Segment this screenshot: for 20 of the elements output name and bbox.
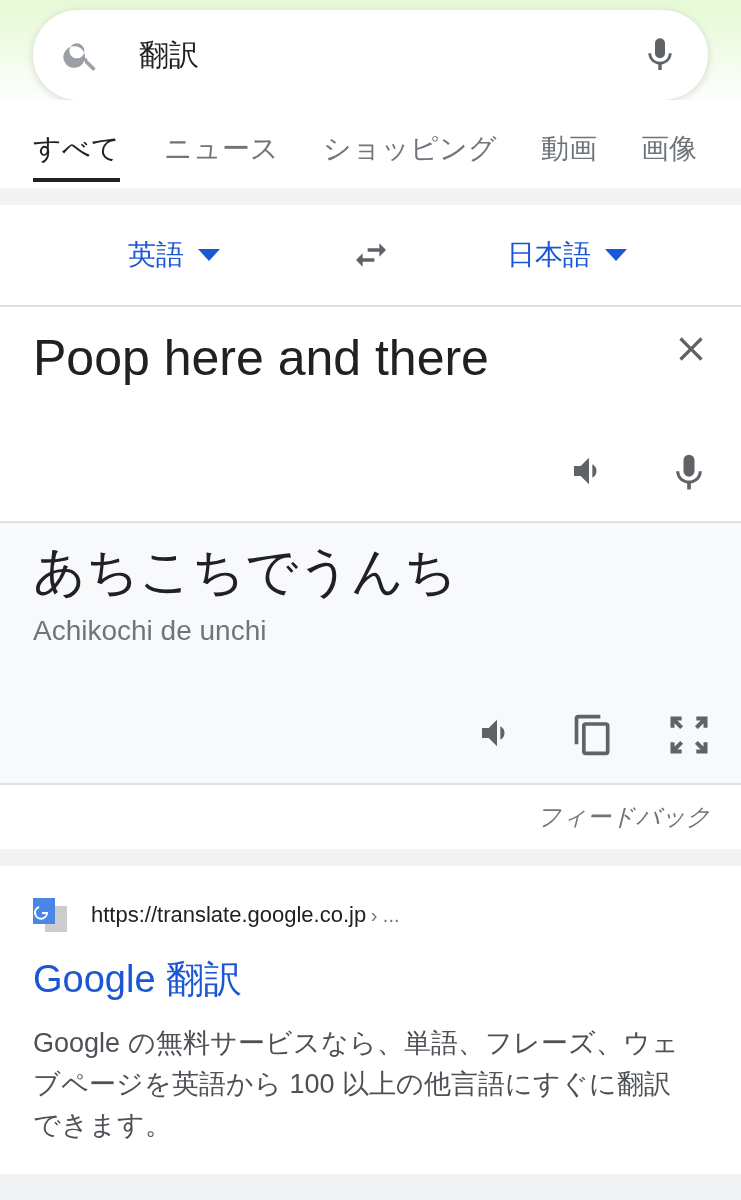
result-title-link[interactable]: Google 翻訳	[33, 954, 708, 1005]
tab[interactable]: 動画	[541, 120, 597, 182]
result-url: https://translate.google.co.jp	[91, 902, 367, 927]
source-language-dropdown[interactable]: 英語	[0, 236, 349, 274]
source-text: Poop here and there	[33, 329, 489, 387]
target-language-dropdown[interactable]: 日本語	[392, 236, 741, 274]
romanization-text: Achikochi de unchi	[33, 615, 268, 647]
result-snippet: Google の無料サービスなら、単語、フレーズ、ウェブページを英語から 100 以上の他言語にすぐに翻訳できます。	[33, 1027, 680, 1142]
dropdown-icon	[198, 249, 221, 261]
fullscreen-button[interactable]	[667, 713, 711, 757]
breadcrumb: › ...	[370, 904, 400, 926]
tab[interactable]: すべて	[33, 120, 120, 182]
tab[interactable]: ニュース	[164, 120, 279, 182]
translate-logo-icon	[33, 898, 67, 932]
feedback-link[interactable]: フィードバック	[537, 801, 711, 833]
tab[interactable]: 画像	[641, 120, 697, 182]
tab[interactable]: ショッピング	[323, 120, 497, 182]
dropdown-icon	[604, 249, 627, 261]
translated-text: あちこちでうんち	[33, 541, 458, 602]
search-bar[interactable]: 翻訳	[33, 10, 708, 100]
